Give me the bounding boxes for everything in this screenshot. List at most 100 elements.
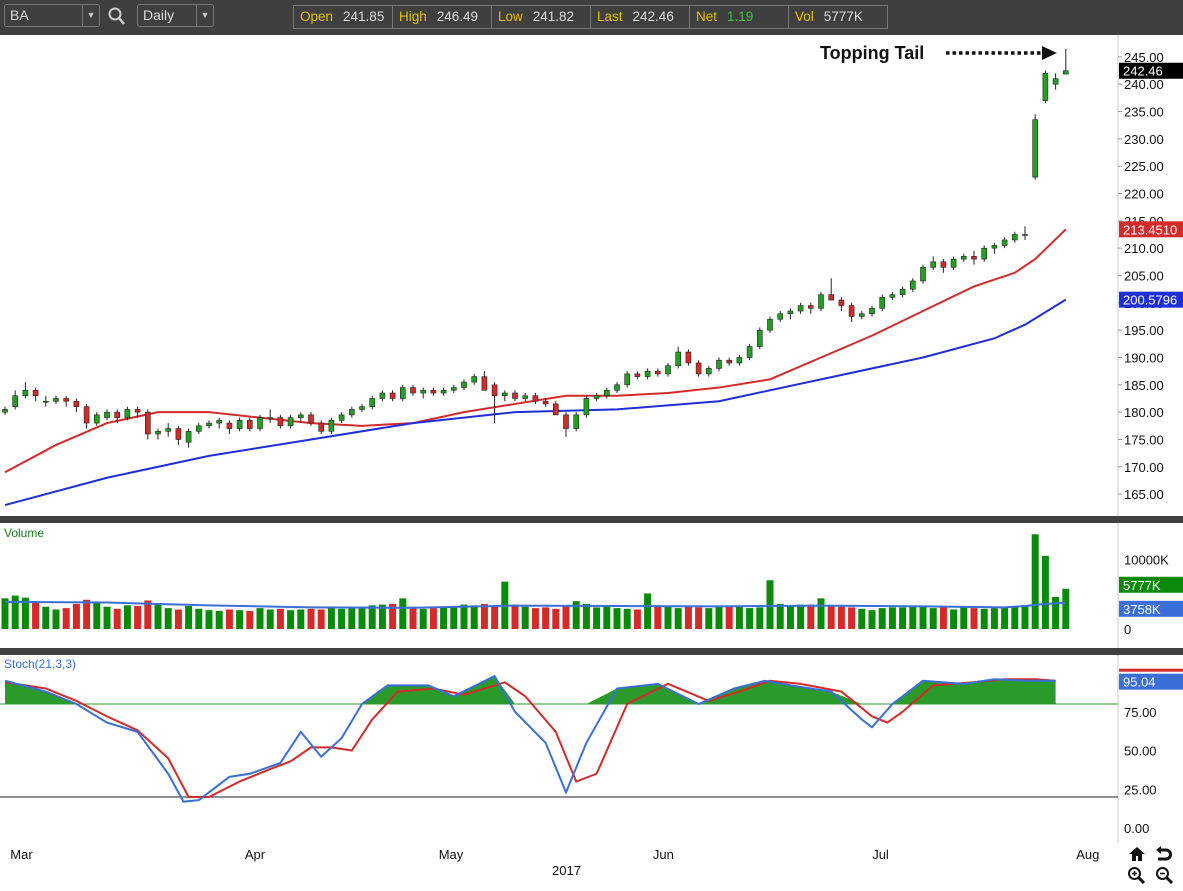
symbol-select[interactable]: BA ▼ xyxy=(4,4,100,27)
candle[interactable] xyxy=(267,409,274,424)
candle[interactable] xyxy=(756,327,763,350)
candle[interactable] xyxy=(869,305,875,317)
candle[interactable] xyxy=(522,393,529,402)
candle[interactable] xyxy=(920,264,926,284)
candle[interactable] xyxy=(807,302,814,314)
candle[interactable] xyxy=(787,308,794,320)
candle[interactable] xyxy=(53,395,59,404)
candle[interactable] xyxy=(685,349,692,366)
candle[interactable] xyxy=(1011,231,1018,243)
candle[interactable] xyxy=(501,390,508,402)
candle[interactable] xyxy=(532,393,539,404)
candle[interactable] xyxy=(981,245,988,262)
candle[interactable] xyxy=(879,294,886,312)
candle[interactable] xyxy=(909,278,916,292)
candle[interactable] xyxy=(665,362,671,377)
candle[interactable] xyxy=(828,278,835,301)
home-icon[interactable] xyxy=(1128,846,1146,867)
candle[interactable] xyxy=(94,412,100,426)
candle[interactable] xyxy=(603,387,610,399)
candle[interactable] xyxy=(1042,70,1049,104)
candle[interactable] xyxy=(359,403,365,413)
candle[interactable] xyxy=(22,382,29,399)
candle[interactable] xyxy=(818,291,824,312)
candle[interactable] xyxy=(287,414,294,429)
candle[interactable] xyxy=(777,311,784,322)
undo-icon[interactable] xyxy=(1155,846,1173,867)
volume-pane[interactable]: Volume 10000K 0 5777K 3758K xyxy=(0,523,1183,648)
stoch-pane[interactable]: Stoch(21,3,3) 0.00 25.00 50.00 75.00 95.04 xyxy=(0,655,1183,843)
candle[interactable] xyxy=(83,403,90,429)
candle[interactable] xyxy=(624,371,631,388)
candle[interactable] xyxy=(379,390,386,402)
candle[interactable] xyxy=(430,387,437,396)
candle[interactable] xyxy=(1022,226,1028,240)
zoom-in-icon[interactable] xyxy=(1127,866,1147,891)
candle[interactable] xyxy=(348,406,355,418)
candle[interactable] xyxy=(145,409,151,440)
candle[interactable] xyxy=(746,343,753,361)
candle[interactable] xyxy=(328,417,335,435)
candle[interactable] xyxy=(226,420,233,435)
candle[interactable] xyxy=(675,346,682,369)
candle[interactable] xyxy=(716,357,722,372)
candle[interactable] xyxy=(104,409,110,421)
pane-divider[interactable] xyxy=(0,648,1183,655)
candle[interactable] xyxy=(12,390,18,410)
candle[interactable] xyxy=(155,428,161,440)
candle[interactable] xyxy=(512,390,518,402)
candle[interactable] xyxy=(705,365,712,377)
candle[interactable] xyxy=(889,291,896,301)
candle[interactable] xyxy=(593,393,600,402)
candle[interactable] xyxy=(797,302,804,314)
candle[interactable] xyxy=(960,253,967,262)
candle[interactable] xyxy=(726,357,733,366)
candle[interactable] xyxy=(32,387,39,402)
candle[interactable] xyxy=(736,354,743,366)
candle[interactable] xyxy=(971,250,977,265)
candle[interactable] xyxy=(440,387,447,396)
candle[interactable] xyxy=(552,401,559,416)
pane-divider[interactable] xyxy=(0,516,1183,523)
chevron-down-icon[interactable]: ▼ xyxy=(196,5,213,26)
candle[interactable] xyxy=(583,395,590,418)
candle[interactable] xyxy=(930,256,937,271)
candle[interactable] xyxy=(563,412,569,437)
candle[interactable] xyxy=(410,384,416,396)
candle[interactable] xyxy=(247,417,253,432)
candle[interactable] xyxy=(573,412,580,432)
candle[interactable] xyxy=(318,420,325,435)
candle[interactable] xyxy=(399,384,406,402)
candle[interactable] xyxy=(991,242,998,254)
candle[interactable] xyxy=(63,395,70,407)
candle[interactable] xyxy=(257,414,263,432)
period-select[interactable]: Daily ▼ xyxy=(137,4,214,27)
candle[interactable] xyxy=(858,311,865,320)
candle[interactable] xyxy=(420,387,427,399)
candle[interactable] xyxy=(950,256,957,271)
candle[interactable] xyxy=(389,390,396,402)
candle[interactable] xyxy=(277,414,284,429)
candle[interactable] xyxy=(206,420,212,429)
candle[interactable] xyxy=(848,302,855,322)
candle[interactable] xyxy=(369,395,376,410)
candle[interactable] xyxy=(196,423,202,435)
zoom-out-icon[interactable] xyxy=(1155,866,1175,891)
candle[interactable] xyxy=(940,259,947,273)
candle[interactable] xyxy=(614,382,620,394)
price-pane[interactable]: 165.00 170.00 175.00 180.00 185.00 190.00 195.… xyxy=(0,35,1183,516)
candle[interactable] xyxy=(899,286,906,298)
candle[interactable] xyxy=(481,371,488,391)
candle[interactable] xyxy=(767,316,773,333)
candle[interactable] xyxy=(695,360,702,377)
candle[interactable] xyxy=(165,423,171,437)
candle[interactable] xyxy=(175,425,182,445)
candle[interactable] xyxy=(644,368,651,380)
candle[interactable] xyxy=(1063,48,1069,75)
candle[interactable] xyxy=(73,398,80,413)
candle[interactable] xyxy=(236,417,243,432)
candle[interactable] xyxy=(654,368,661,377)
candle[interactable] xyxy=(338,412,345,424)
candle[interactable] xyxy=(2,406,8,415)
candle[interactable] xyxy=(471,373,478,385)
